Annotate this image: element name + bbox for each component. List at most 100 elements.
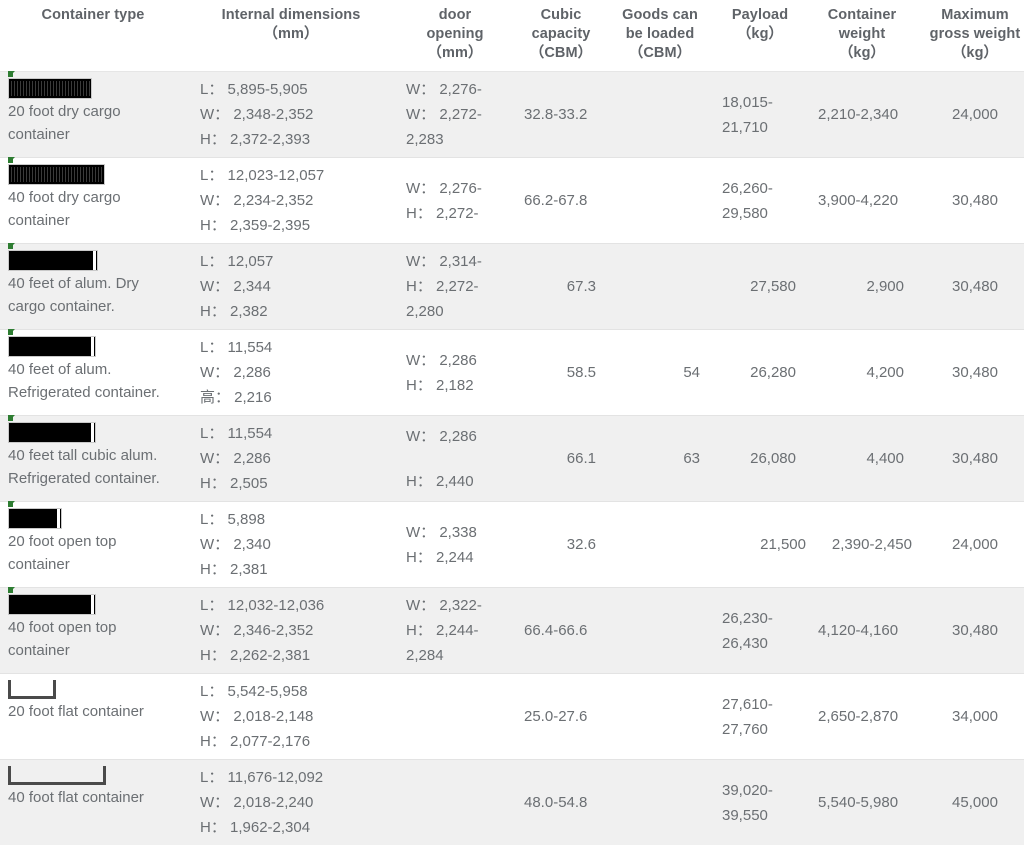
cell-container-weight: 2,210-2,340 — [808, 72, 916, 158]
dimension-length: L： 5,895-5,905 — [200, 77, 390, 102]
cell-cubic-capacity: 32.6 — [514, 502, 608, 588]
cell-cubic-capacity: 32.8-33.2 — [514, 72, 608, 158]
dimension-height: H： 2,381 — [200, 557, 390, 582]
dimension-height: H： 2,359-2,395 — [200, 213, 390, 238]
payload-line-2: 21,710 — [722, 115, 802, 140]
table-row: 40 feet tall cubic alum. Refrigerated co… — [0, 416, 1024, 502]
payload-line-1: 39,020- — [722, 778, 802, 803]
container-flat-rack-40ft-icon — [8, 766, 180, 785]
cell-payload: 26,260- 29,580 — [712, 158, 808, 244]
cell-door-opening — [396, 760, 514, 845]
container-open-top-20ft-icon — [8, 508, 180, 529]
cell-gross-weight: 30,480 — [916, 158, 1024, 244]
container-specifications-table: Container type Internal dimensions （mm） … — [0, 0, 1024, 845]
column-header-payload: Payload （kg） — [712, 0, 808, 72]
door-line-2: H： 2,182 — [406, 373, 508, 398]
payload-line-1: 27,610- — [722, 692, 802, 717]
cell-goods-can-be-loaded — [608, 588, 712, 674]
header-unit: （CBM） — [518, 44, 604, 63]
container-type-label-2: Refrigerated container. — [8, 382, 180, 403]
header-line: Maximum — [920, 6, 1024, 25]
cell-door-opening: W： 2,322- H： 2,244- 2,284 — [396, 588, 514, 674]
container-type-label-2: container — [8, 124, 180, 145]
dimension-height: H： 2,262-2,381 — [200, 643, 390, 668]
header-unit: （mm） — [400, 44, 510, 63]
door-line-1: W： 2,286 — [406, 348, 508, 373]
door-line-2: H： 2,272- — [406, 274, 508, 299]
dimension-height: 高： 2,216 — [200, 385, 390, 410]
container-type-label: 40 feet tall cubic alum. — [8, 445, 180, 466]
door-line-1: W： 2,276- — [406, 176, 508, 201]
cell-cubic-capacity: 25.0-27.6 — [514, 674, 608, 760]
payload-line-1: 26,230- — [722, 606, 802, 631]
door-line-1: W： 2,276- — [406, 77, 508, 102]
payload-line-1: 18,015- — [722, 90, 802, 115]
container-type-label: 20 foot open top — [8, 531, 180, 552]
cell-container-type: 40 foot flat container — [0, 760, 186, 845]
cell-goods-can-be-loaded — [608, 760, 712, 845]
cell-payload: 27,610- 27,760 — [712, 674, 808, 760]
cell-internal-dimensions: L： 11,554 W： 2,286 H： 2,505 — [186, 416, 396, 502]
container-open-top-40ft-icon — [8, 594, 180, 615]
header-unit: （CBM） — [612, 44, 708, 63]
dimension-height: H： 2,382 — [200, 299, 390, 324]
cell-payload: 18,015- 21,710 — [712, 72, 808, 158]
header-line: opening — [400, 25, 510, 44]
container-type-label-2: container — [8, 210, 180, 231]
dimension-width: W： 2,348-2,352 — [200, 102, 390, 127]
payload-line-2: 39,550 — [722, 803, 802, 828]
dimension-height: H： 2,505 — [200, 471, 390, 496]
door-line-2: H： 2,244- — [406, 618, 508, 643]
column-header-cubic-capacity: Cubic capacity （CBM） — [514, 0, 608, 72]
header-unit: （mm） — [190, 25, 392, 44]
icon-door-edge — [91, 595, 94, 614]
door-line-1: W： 2,322- — [406, 593, 508, 618]
dimension-width: W： 2,340 — [200, 532, 390, 557]
cell-container-weight: 2,650-2,870 — [808, 674, 916, 760]
table-row: 20 foot open top container L： 5,898 W： 2… — [0, 502, 1024, 588]
dimension-length: L： 12,023-12,057 — [200, 163, 390, 188]
header-row: Container type Internal dimensions （mm） … — [0, 0, 1024, 72]
cell-goods-can-be-loaded — [608, 244, 712, 330]
container-flat-rack-20ft-icon — [8, 680, 180, 699]
cell-container-type: 20 foot open top container — [0, 502, 186, 588]
door-line-2: H： 2,272- — [406, 201, 508, 226]
cell-goods-can-be-loaded — [608, 502, 712, 588]
cell-internal-dimensions: L： 12,023-12,057 W： 2,234-2,352 H： 2,359… — [186, 158, 396, 244]
container-alum-reefer-40ft-icon — [8, 336, 180, 357]
header-line: capacity — [518, 25, 604, 44]
icon-door-edge — [57, 509, 60, 528]
container-alum-reefer-hc-40ft-icon — [8, 422, 180, 443]
container-type-label: 40 feet of alum. — [8, 359, 180, 380]
cell-door-opening: W： 2,338 H： 2,244 — [396, 502, 514, 588]
column-header-container-weight: Container weight （kg） — [808, 0, 916, 72]
cell-payload: 39,020- 39,550 — [712, 760, 808, 845]
header-line: Cubic — [518, 6, 604, 25]
cell-internal-dimensions: L： 5,898 W： 2,340 H： 2,381 — [186, 502, 396, 588]
container-type-label: 40 feet of alum. Dry — [8, 273, 180, 294]
payload-line-2: 29,580 — [722, 201, 802, 226]
broken-image-marker-icon — [8, 415, 13, 421]
cell-container-type: 40 feet of alum. Refrigerated container. — [0, 330, 186, 416]
cell-container-weight: 5,540-5,980 — [808, 760, 916, 845]
container-type-label: 20 foot dry cargo — [8, 101, 180, 122]
door-line-1: W： 2,314- — [406, 249, 508, 274]
icon-door-edge — [91, 423, 94, 442]
cell-container-type: 40 feet tall cubic alum. Refrigerated co… — [0, 416, 186, 502]
cell-gross-weight: 24,000 — [916, 72, 1024, 158]
broken-image-marker-icon — [8, 157, 13, 163]
cell-internal-dimensions: L： 12,057 W： 2,344 H： 2,382 — [186, 244, 396, 330]
dimension-height: H： 1,962-2,304 — [200, 815, 390, 840]
container-type-label-2: cargo container. — [8, 296, 180, 317]
table-row: 20 foot flat container L： 5,542-5,958 W：… — [0, 674, 1024, 760]
dimension-length: L： 11,676-12,092 — [200, 765, 390, 790]
container-type-label: 20 foot flat container — [8, 701, 180, 722]
cell-door-opening — [396, 674, 514, 760]
dimension-height: H： 2,372-2,393 — [200, 127, 390, 152]
cell-container-weight: 2,390-2,450 — [808, 502, 916, 588]
cell-goods-can-be-loaded — [608, 72, 712, 158]
cell-payload: 27,580 — [712, 244, 808, 330]
cell-gross-weight: 30,480 — [916, 330, 1024, 416]
table-row: 20 foot dry cargo container L： 5,895-5,9… — [0, 72, 1024, 158]
table-row: 40 foot dry cargo container L： 12,023-12… — [0, 158, 1024, 244]
